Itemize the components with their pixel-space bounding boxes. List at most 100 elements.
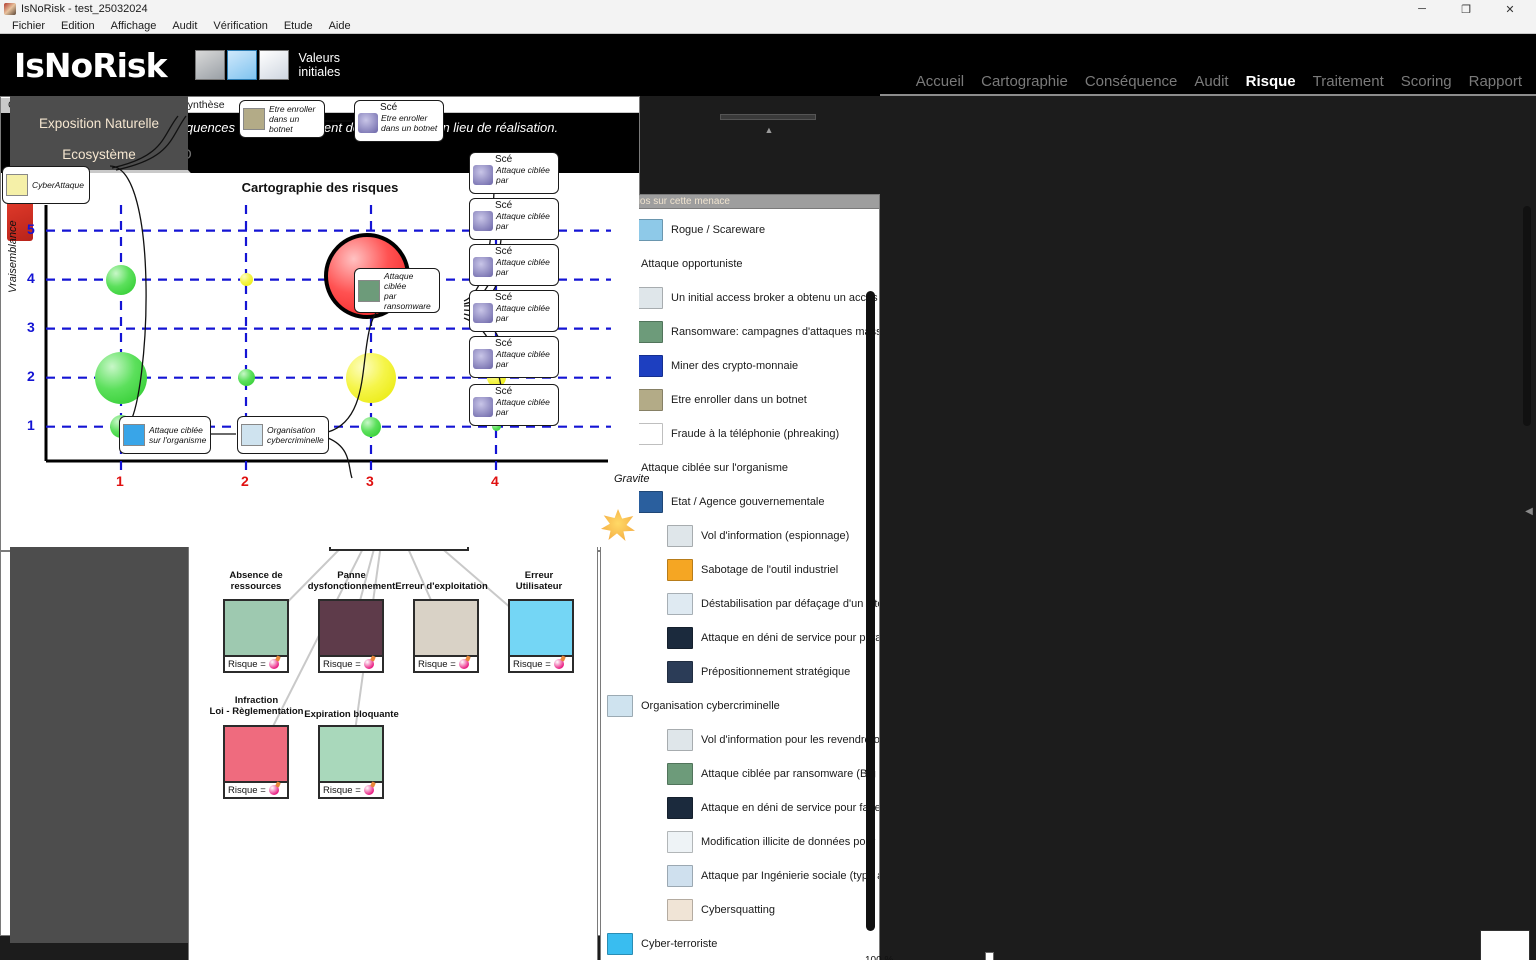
menu-bar: Fichier Edition Affichage Audit Vérification…	[0, 18, 1536, 34]
scenario-row-5[interactable]: Etre enroller dans un botnet	[601, 383, 879, 417]
scenario-list[interactable]: Rogue / Scareware Attaque opportuniste Un …	[601, 209, 879, 960]
threat-node-10[interactable]: Risque =	[413, 599, 479, 673]
nav-tab-traitement[interactable]: Traitement	[1313, 73, 1384, 90]
pirate-icon	[6, 174, 28, 196]
app-header: IsNoRisk Valeurs initiales Accueil Cartog…	[0, 34, 1536, 96]
scenario-row-10[interactable]: Sabotage de l'outil industriel	[601, 553, 879, 587]
tree-scenario-4[interactable]: Scé Attaque ciblée par	[469, 290, 559, 332]
threat-node-image-8	[225, 601, 287, 655]
risk-bomb-icon-9	[363, 659, 374, 669]
threat-risk-text-10: Risque =	[418, 658, 456, 670]
tree-node-2[interactable]: Attaque ciblée sur l'organisme	[119, 416, 211, 454]
tree-scenario-body-0: Etre enroller dans un botnet	[358, 113, 440, 133]
tree-vertical-scrollbar[interactable]	[1523, 206, 1531, 426]
checklist-icon[interactable]	[226, 50, 257, 80]
scenario-row-18[interactable]: Modification illicite de données pour p	[601, 825, 879, 859]
tree-zoom-control[interactable]: 100 %	[865, 952, 1082, 960]
scenario-label-21: Cyber-terroriste	[641, 938, 718, 950]
tree-node-label-3: Organisation cybercriminelle	[267, 425, 324, 445]
scenario-row-9[interactable]: Vol d'information (espionnage)	[601, 519, 879, 553]
nav-tab-accueil[interactable]: Accueil	[916, 73, 964, 90]
tree-node-label-1: Etre enroller dans un botnet	[269, 104, 316, 134]
threat-node-image-11	[510, 601, 572, 655]
scenario-row-16[interactable]: Attaque ciblée par ransomware (Big Ga	[601, 757, 879, 791]
maximize-icon[interactable]: ❐	[1444, 0, 1488, 18]
scenario-row-6[interactable]: Fraude à la téléphonie (phreaking)	[601, 417, 879, 451]
scenario-icon-13	[667, 661, 693, 683]
sidebar-collapse-right-icon[interactable]: ◀	[1524, 501, 1534, 521]
scenario-row-13[interactable]: Prépositionnement stratégique	[601, 655, 879, 689]
tree-minimap[interactable]	[1480, 930, 1530, 960]
scenario-bomb-icon-0	[358, 113, 378, 133]
minimize-icon[interactable]: ─	[1400, 0, 1444, 18]
scenario-icon-12	[667, 627, 693, 649]
title-bar: IsNoRisk - test_25032024 ─ ❐ ✕	[0, 0, 1536, 18]
scenario-label-13: Prépositionnement stratégique	[701, 666, 851, 678]
scenario-row-21[interactable]: Cyber-terroriste	[601, 927, 879, 960]
scenario-row-17[interactable]: Attaque en déni de service pour faire c	[601, 791, 879, 825]
tree-node-4[interactable]: Attaque ciblée par ransomware	[354, 268, 440, 313]
nav-tab-cartographie[interactable]: Cartographie	[981, 73, 1068, 90]
threat-label-13: Expiration bloquante	[304, 709, 399, 720]
tree-scenario-body-4: Attaque ciblée par	[473, 303, 555, 323]
tree-scenario-body-6: Attaque ciblée par	[473, 397, 555, 417]
threat-risk-row-13: Risque =	[320, 781, 382, 797]
scenario-label-14: Organisation cybercriminelle	[641, 700, 780, 712]
scenario-row-14[interactable]: Organisation cybercriminelle	[601, 689, 879, 723]
menu-item-3[interactable]: Audit	[164, 20, 205, 32]
tree-scenario-5[interactable]: Scé Attaque ciblée par	[469, 336, 559, 378]
scenario-label-9: Vol d'information (espionnage)	[701, 530, 850, 542]
tree-scenario-body-3: Attaque ciblée par	[473, 257, 555, 277]
scenario-row-11[interactable]: Déstabilisation par défaçage d'un site V	[601, 587, 879, 621]
tree-zoom-handle[interactable]	[985, 952, 995, 960]
tree-scenario-3[interactable]: Scé Attaque ciblée par	[469, 244, 559, 286]
tree-node-1[interactable]: Etre enroller dans un botnet	[239, 100, 325, 138]
tree-scenario-1[interactable]: Scé Attaque ciblée par	[469, 152, 559, 194]
tree-node-0[interactable]: CyberAttaque	[2, 166, 90, 204]
scenario-row-0[interactable]: Rogue / Scareware	[601, 213, 879, 247]
chart-icon[interactable]	[258, 50, 289, 80]
top-collapse-arrow[interactable]: ▲	[760, 126, 778, 135]
nav-tab-rapport[interactable]: Rapport	[1469, 73, 1522, 90]
threat-node-11[interactable]: Risque =	[508, 599, 574, 673]
tree-scenario-label-3: Attaque ciblée par	[496, 257, 550, 277]
scenario-row-15[interactable]: Vol d'information pour les revendre ou	[601, 723, 879, 757]
menu-item-4[interactable]: Vérification	[205, 20, 275, 32]
menu-item-6[interactable]: Aide	[321, 20, 359, 32]
scenario-row-1[interactable]: Attaque opportuniste	[601, 247, 879, 281]
threat-risk-text-8: Risque =	[228, 658, 266, 670]
scenario-row-2[interactable]: Un initial access broker a obtenu un acc…	[601, 281, 879, 315]
scenario-row-4[interactable]: Miner des crypto-monnaie	[601, 349, 879, 383]
scenario-bomb-icon-3	[473, 257, 493, 277]
nav-tab-scoring[interactable]: Scoring	[1401, 73, 1452, 90]
scenario-label-4: Miner des crypto-monnaie	[671, 360, 799, 372]
scenario-row-3[interactable]: Ransomware: campagnes d'attaques massive…	[601, 315, 879, 349]
tree-node-3[interactable]: Organisation cybercriminelle	[237, 416, 329, 454]
nav-tab-consquence[interactable]: Conséquence	[1085, 73, 1178, 90]
close-icon[interactable]: ✕	[1488, 0, 1532, 18]
tree-scenario-0[interactable]: Scé Etre enroller dans un botnet	[354, 100, 444, 142]
threat-node-12[interactable]: Risque =	[223, 725, 289, 799]
scenario-bomb-icon-2	[473, 211, 493, 231]
scenario-row-12[interactable]: Attaque en déni de service pour paraly	[601, 621, 879, 655]
threat-node-13[interactable]: Risque =	[318, 725, 384, 799]
graduate-icon[interactable]	[194, 50, 225, 80]
tree-scenario-2[interactable]: Scé Attaque ciblée par	[469, 198, 559, 240]
threat-node-8[interactable]: Risque =	[223, 599, 289, 673]
scenario-label-16: Attaque ciblée par ransomware (Big Ga	[701, 768, 879, 780]
nav-tab-audit[interactable]: Audit	[1194, 73, 1228, 90]
scenario-label-7: Attaque ciblée sur l'organisme	[641, 462, 789, 474]
nav-tab-risque[interactable]: Risque	[1246, 73, 1296, 90]
scenario-row-19[interactable]: Attaque par Ingénierie sociale (type arn	[601, 859, 879, 893]
menu-item-2[interactable]: Affichage	[103, 20, 165, 32]
top-splitter-strip[interactable]	[720, 114, 816, 120]
scenario-vertical-scrollbar[interactable]	[866, 291, 875, 931]
threat-node-9[interactable]: Risque =	[318, 599, 384, 673]
menu-item-5[interactable]: Etude	[276, 20, 321, 32]
scenario-row-8[interactable]: Etat / Agence gouvernementale	[601, 485, 879, 519]
menu-item-0[interactable]: Fichier	[4, 20, 53, 32]
scenario-row-20[interactable]: Cybersquatting	[601, 893, 879, 927]
menu-item-1[interactable]: Edition	[53, 20, 103, 32]
tree-scenario-6[interactable]: Scé Attaque ciblée par	[469, 384, 559, 426]
scenario-bomb-icon-6	[473, 397, 493, 417]
